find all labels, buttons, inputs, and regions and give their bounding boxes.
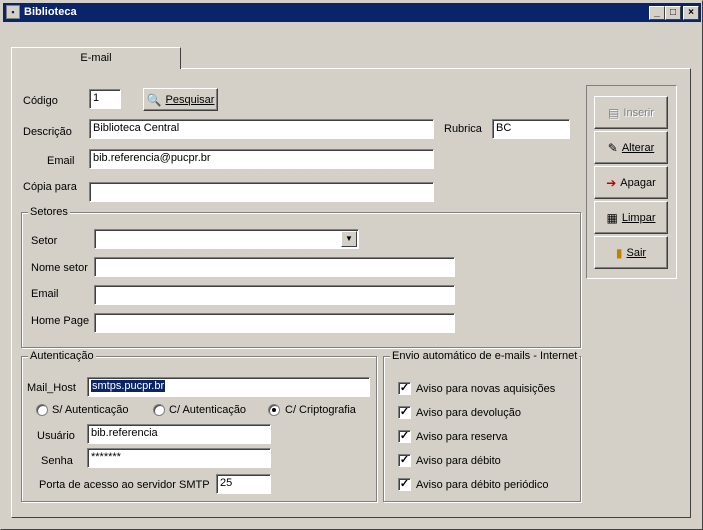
pesquisar-label: Pesquisar bbox=[165, 93, 215, 106]
search-icon: 🔍 bbox=[146, 92, 162, 107]
pesquisar-button[interactable]: 🔍 Pesquisar bbox=[143, 88, 218, 111]
codigo-label: Código bbox=[23, 95, 58, 107]
limpar-button[interactable]: ▦ Limpar bbox=[594, 201, 668, 234]
setor-email-field[interactable] bbox=[94, 285, 455, 305]
copia-field[interactable] bbox=[89, 182, 434, 202]
homepage-field[interactable] bbox=[94, 313, 455, 333]
codigo-field[interactable]: 1 bbox=[89, 89, 121, 109]
radio-sem-autenticacao-label: S/ Autenticação bbox=[52, 404, 129, 416]
close-button[interactable]: × bbox=[683, 6, 699, 20]
mailhost-field[interactable]: smtps.pucpr.br bbox=[87, 377, 370, 397]
nome-setor-label: Nome setor bbox=[31, 262, 88, 274]
setor-label: Setor bbox=[31, 235, 58, 247]
setor-email-label: Email bbox=[31, 288, 59, 300]
edit-icon: ✎ bbox=[607, 140, 618, 155]
alterar-button[interactable]: ✎ Alterar bbox=[594, 131, 668, 164]
codigo-value: 1 bbox=[93, 92, 100, 104]
porta-field[interactable]: 25 bbox=[216, 474, 271, 494]
radio-com-criptografia[interactable] bbox=[268, 404, 280, 416]
alterar-label: Alterar bbox=[621, 141, 655, 154]
rubrica-label: Rubrica bbox=[444, 123, 482, 135]
senha-value: ******* bbox=[91, 451, 121, 463]
tab-email[interactable]: E-mail bbox=[11, 47, 181, 69]
porta-label: Porta de acesso ao servidor SMTP bbox=[39, 479, 210, 491]
sair-button[interactable]: ▮ Sair bbox=[594, 236, 668, 269]
descricao-field[interactable]: Biblioteca Central bbox=[89, 119, 434, 139]
setor-select[interactable]: ▼ bbox=[94, 229, 359, 249]
limpar-label: Limpar bbox=[621, 211, 656, 224]
clear-icon: ▦ bbox=[606, 210, 618, 225]
descricao-value: Biblioteca Central bbox=[93, 122, 180, 134]
rubrica-field[interactable]: BC bbox=[492, 119, 570, 139]
check-novas-aquisicoes[interactable]: ✓ bbox=[398, 382, 411, 395]
senha-label: Senha bbox=[41, 455, 73, 467]
delete-icon: ➔ bbox=[606, 175, 617, 190]
setores-title: Setores bbox=[28, 206, 70, 218]
nome-setor-field[interactable] bbox=[94, 257, 455, 277]
check-debito-label: Aviso para débito bbox=[416, 455, 501, 467]
check-debito-periodico[interactable]: ✓ bbox=[398, 478, 411, 491]
envio-title: Envio automático de e-mails - Internet bbox=[390, 350, 580, 362]
title-bar[interactable]: ▪ Biblioteca _ □ × bbox=[3, 3, 701, 22]
copia-label: Cópia para bbox=[23, 181, 77, 193]
check-reserva-label: Aviso para reserva bbox=[416, 431, 508, 443]
descricao-label: Descrição bbox=[23, 126, 72, 138]
check-devolucao[interactable]: ✓ bbox=[398, 406, 411, 419]
email-label: Email bbox=[47, 155, 75, 167]
usuario-value: bib.referencia bbox=[91, 427, 158, 439]
window-title: Biblioteca bbox=[24, 6, 77, 18]
check-debito-periodico-label: Aviso para débito periódico bbox=[416, 479, 549, 491]
check-reserva[interactable]: ✓ bbox=[398, 430, 411, 443]
check-devolucao-label: Aviso para devolução bbox=[416, 407, 521, 419]
radio-com-autenticacao[interactable] bbox=[153, 404, 165, 416]
radio-sem-autenticacao[interactable] bbox=[36, 404, 48, 416]
apagar-button[interactable]: ➔ Apagar bbox=[594, 166, 668, 199]
apagar-label: Apagar bbox=[620, 176, 656, 189]
homepage-label: Home Page bbox=[31, 315, 90, 327]
sair-label: Sair bbox=[626, 246, 647, 259]
mailhost-label: Mail_Host bbox=[27, 382, 76, 394]
minimize-button[interactable]: _ bbox=[649, 6, 665, 20]
rubrica-value: BC bbox=[496, 122, 512, 134]
app-window: ▪ Biblioteca _ □ × E-mail Código 1 🔍 Pes… bbox=[0, 0, 703, 530]
exit-door-icon: ▮ bbox=[615, 245, 623, 260]
radio-com-autenticacao-label: C/ Autenticação bbox=[169, 404, 247, 416]
usuario-field[interactable]: bib.referencia bbox=[87, 424, 271, 444]
chevron-down-icon[interactable]: ▼ bbox=[341, 231, 357, 247]
maximize-button[interactable]: □ bbox=[665, 6, 681, 20]
check-debito[interactable]: ✓ bbox=[398, 454, 411, 467]
autenticacao-title: Autenticação bbox=[28, 350, 96, 362]
check-novas-aquisicoes-label: Aviso para novas aquisições bbox=[416, 383, 556, 395]
tab-email-label: E-mail bbox=[80, 52, 112, 64]
email-value: bib.referencia@pucpr.br bbox=[93, 152, 211, 164]
radio-com-criptografia-label: C/ Criptografia bbox=[285, 404, 356, 416]
mailhost-value: smtps.pucpr.br bbox=[91, 380, 166, 392]
inserir-button[interactable]: ▤ Inserir bbox=[594, 96, 668, 129]
usuario-label: Usuário bbox=[37, 430, 75, 442]
app-icon: ▪ bbox=[6, 5, 20, 19]
senha-field[interactable]: ******* bbox=[87, 448, 271, 468]
insert-icon: ▤ bbox=[608, 105, 620, 120]
porta-value: 25 bbox=[220, 477, 233, 489]
email-field[interactable]: bib.referencia@pucpr.br bbox=[89, 149, 434, 169]
inserir-label: Inserir bbox=[623, 106, 654, 119]
